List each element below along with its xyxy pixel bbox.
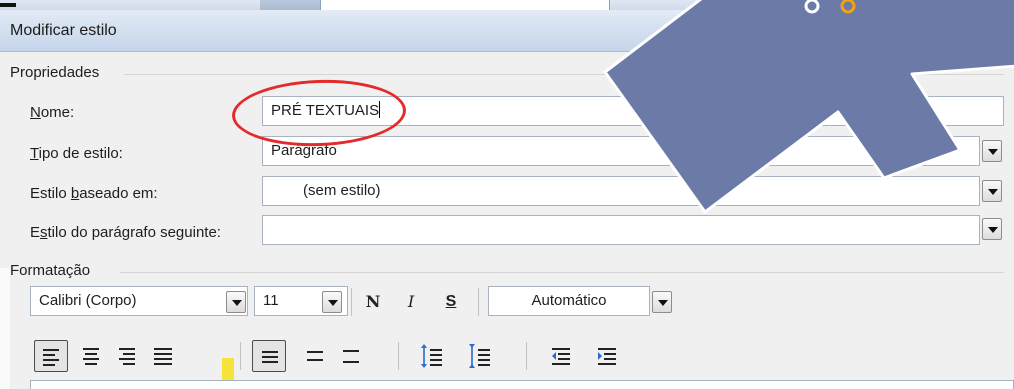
based-on-label-text: aseado em:	[79, 185, 158, 202]
single-spacing-icon[interactable]	[252, 340, 286, 372]
font-color-dropdown-icon[interactable]	[652, 291, 672, 313]
left-edge	[0, 268, 10, 389]
based-on-label: Estilo baseado em:	[30, 185, 158, 202]
font-dropdown-icon[interactable]	[226, 291, 246, 313]
justify-icon[interactable]	[146, 340, 180, 372]
next-paragraph-label: Estilo do parágrafo seguinte:	[30, 224, 221, 241]
dialog-titlebar[interactable]: Modificar estilo x	[0, 10, 1014, 52]
properties-divider	[124, 74, 1004, 75]
font-color-value: Automático	[531, 292, 607, 309]
increase-indent-icon[interactable]	[590, 340, 624, 372]
next-paragraph-label-prefix: E	[30, 224, 41, 241]
increase-indent-svg	[598, 348, 616, 365]
name-label-accesskey: N	[30, 104, 41, 121]
paragraph-spacing-down-svg	[469, 344, 490, 368]
style-type-dropdown-icon[interactable]	[982, 140, 1002, 162]
one-and-half-spacing-icon[interactable]	[298, 340, 332, 372]
next-paragraph-select[interactable]	[262, 215, 980, 245]
section-formatting-label: Formatação	[10, 262, 91, 279]
decrease-paragraph-spacing-icon[interactable]	[462, 340, 496, 372]
double-spacing-icon[interactable]	[334, 340, 368, 372]
toolbar-separator	[398, 342, 399, 370]
next-paragraph-label-text: tilo do parágrafo seguinte:	[47, 224, 221, 241]
next-paragraph-accesskey: s	[40, 224, 48, 241]
close-button[interactable]: x	[938, 16, 1008, 42]
based-on-accesskey: b	[70, 185, 80, 202]
italic-button[interactable]: I	[396, 288, 426, 316]
based-on-dropdown-icon[interactable]	[982, 180, 1002, 202]
bold-button[interactable]: N	[358, 288, 388, 316]
dialog-title: Modificar estilo	[10, 22, 117, 39]
decrease-indent-svg	[552, 348, 570, 365]
style-preview-area	[30, 380, 1014, 389]
toolbar-separator	[240, 342, 241, 370]
section-properties-label: Propriedades	[10, 64, 100, 81]
based-on-select[interactable]: (sem estilo)	[262, 176, 980, 206]
font-value: Calibri (Corpo)	[39, 292, 137, 309]
name-label-text: ome:	[40, 104, 75, 121]
next-paragraph-dropdown-icon[interactable]	[982, 218, 1002, 240]
style-type-label-text: ipo de estilo:	[38, 145, 123, 162]
style-type-label: Tipo de estilo:	[30, 145, 123, 162]
formatting-divider	[120, 272, 1004, 273]
align-right-icon[interactable]	[110, 340, 144, 372]
paragraph-spacing-up-svg	[421, 344, 442, 368]
increase-paragraph-spacing-icon[interactable]	[414, 340, 448, 372]
underline-button[interactable]: S	[436, 288, 466, 316]
decrease-indent-icon[interactable]	[544, 340, 578, 372]
style-type-select[interactable]: Parágrafo	[262, 136, 980, 166]
font-size-value: 11	[263, 292, 279, 309]
font-select[interactable]: Calibri (Corpo)	[30, 286, 248, 316]
name-label: Nome:	[30, 104, 74, 121]
black-mark	[0, 3, 16, 7]
based-on-label-prefix: Estilo	[30, 185, 71, 202]
font-color-select[interactable]: Automático	[488, 286, 650, 316]
align-center-icon[interactable]	[74, 340, 108, 372]
toolbar-separator	[351, 288, 352, 316]
toolbar-separator	[478, 288, 479, 316]
based-on-value: (sem estilo)	[303, 182, 381, 199]
font-size-dropdown-icon[interactable]	[322, 291, 342, 313]
toolbar-separator	[526, 342, 527, 370]
style-type-accesskey: T	[30, 145, 39, 162]
align-left-icon[interactable]	[34, 340, 68, 372]
